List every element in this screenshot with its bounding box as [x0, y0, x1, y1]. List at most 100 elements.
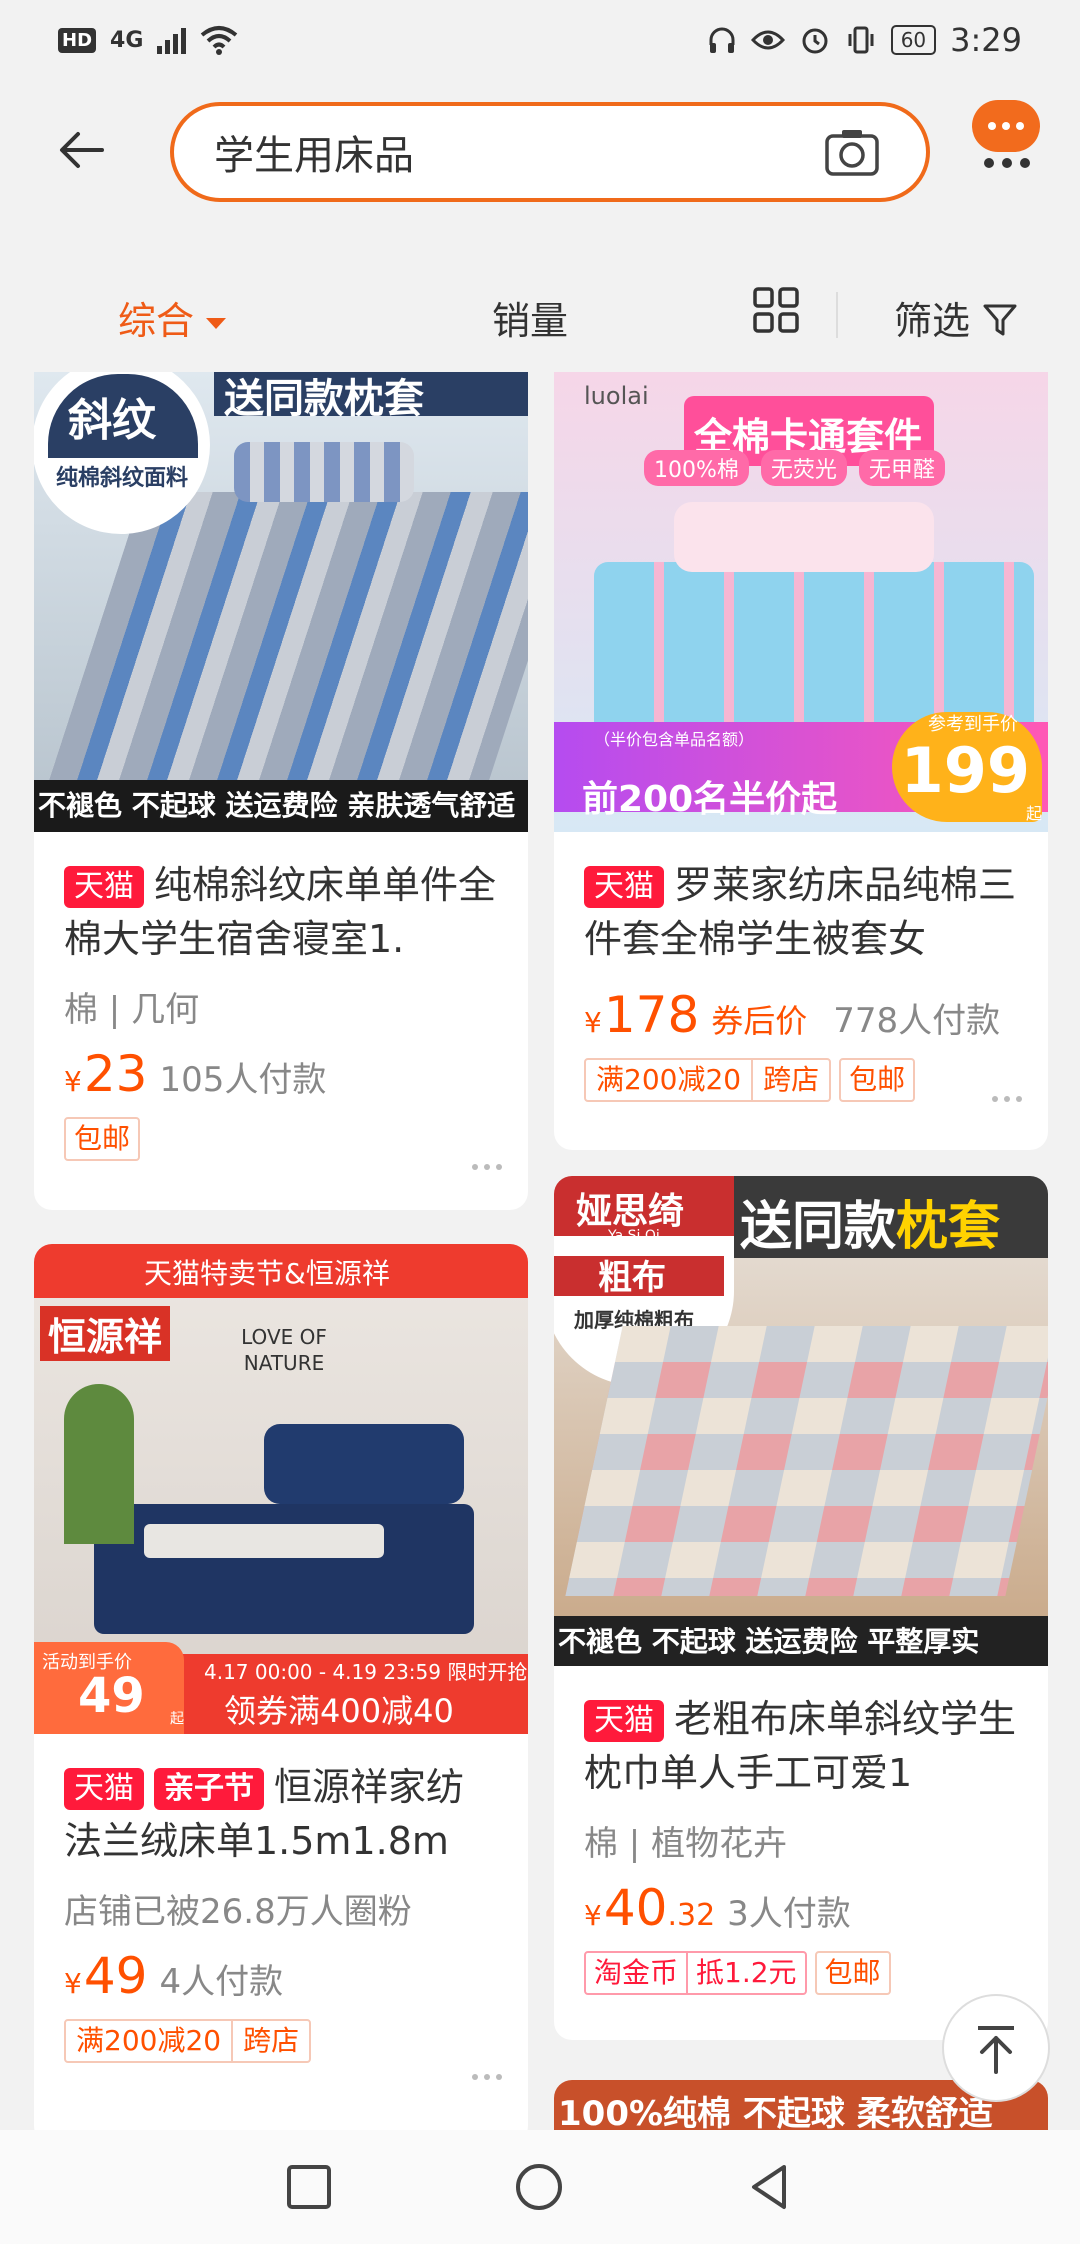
feature-pill: 100%棉 [644, 450, 749, 486]
product-title: 天猫 纯棉斜纹床单单件全棉大学生宿舍寝室1. [64, 863, 497, 961]
product-price: 178 [603, 986, 700, 1044]
filter-button[interactable]: 筛选 [894, 290, 1018, 345]
product-title: 天猫 亲子节 恒源祥家纺法兰绒床单1.5m1.8m [64, 1765, 465, 1863]
free-shipping-tag: 包邮 [814, 1951, 891, 1995]
image-promo-unit: 起 [170, 1711, 184, 1727]
product-image: 娅思绮 Ya Si Qi 送同款 枕套 粗布 加厚纯棉粗布 不褪色 不起球 送运… [554, 1176, 1048, 1666]
product-price: 40.32 [603, 1879, 716, 1937]
image-brand: luolai [584, 382, 649, 410]
home-icon[interactable] [514, 2162, 564, 2212]
hd-indicator: HD [58, 27, 97, 53]
sort-comprehensive-tab[interactable]: 综合 [118, 290, 227, 345]
price-row: ¥49 4人付款 [64, 1947, 284, 2005]
image-banner-a: 送同款 [740, 1197, 897, 1257]
image-banner: 送同款枕套 [224, 376, 424, 422]
tmall-badge: 天猫 [64, 866, 144, 908]
image-circle-subtitle: 纯棉斜纹面料 [56, 466, 189, 491]
image-coupon: 领券满400减40 [224, 1692, 454, 1730]
headphones-icon [709, 27, 735, 53]
buyer-count: 778人付款 [833, 1001, 1001, 1041]
back-icon[interactable] [744, 2162, 794, 2212]
taojinbi-tag: 淘金币 抵1.2元 [584, 1951, 807, 1995]
product-title: 天猫 罗莱家纺床品纯棉三件套全棉学生被套女 [584, 863, 1017, 961]
system-nav-bar [0, 2130, 1080, 2244]
product-image: 天猫特卖节&恒源祥 恒源祥 LOVE OF NATURE 活动到手价 49 起 … [34, 1244, 528, 1734]
dropdown-triangle-icon [206, 318, 227, 329]
back-to-top-button[interactable] [942, 1994, 1050, 2102]
image-circle-title: 粗布 [598, 1258, 666, 1298]
grid-view-icon[interactable] [752, 286, 800, 334]
image-overlay-text: 不褪色 不起球 送运费险 平整厚实 [554, 1616, 1048, 1666]
search-input[interactable]: 学生用床品 [170, 102, 930, 202]
product-card[interactable]: luolai 全棉卡通套件 100%棉 无荧光 无甲醛 （半价包含单品名额） 前… [554, 372, 1048, 1150]
product-card[interactable]: 送同款枕套 斜纹 纯棉斜纹面料 不褪色 不起球 送运费险 亲肤透气舒适 天猫 纯棉… [34, 372, 528, 1210]
image-wall-text: LOVE OF NATURE [241, 1325, 327, 1375]
feature-pill: 无甲醛 [858, 450, 945, 486]
promo-tags: 包邮 [34, 1103, 528, 1161]
free-shipping-tag: 包邮 [64, 1117, 141, 1161]
product-card[interactable]: 娅思绮 Ya Si Qi 送同款 枕套 粗布 加厚纯棉粗布 不褪色 不起球 送运… [554, 1176, 1048, 2040]
search-header: 学生用床品 [0, 80, 1080, 260]
filter-funnel-icon [983, 304, 1017, 336]
sort-bar: 综合 销量 筛选 [0, 262, 1080, 372]
feature-pill: 无荧光 [760, 450, 847, 486]
image-promo: 前200名半价起 [582, 779, 838, 820]
wifi-icon [201, 26, 238, 55]
sort-sales-tab[interactable]: 销量 [492, 290, 568, 345]
product-price: 23 [83, 1045, 148, 1103]
after-coupon-label: 券后价 [711, 1002, 808, 1040]
image-ref-unit: 起 [1025, 804, 1042, 823]
message-bubble-icon [972, 100, 1040, 152]
price-row: ¥178 券后价 778人付款 [584, 986, 1001, 1044]
product-attributes: 棉 | 几何 [64, 990, 200, 1030]
discount-tag: 满200减20 跨店 [584, 1058, 832, 1102]
product-card[interactable]: 天猫特卖节&恒源祥 恒源祥 LOVE OF NATURE 活动到手价 49 起 … [34, 1244, 528, 2144]
divider [836, 292, 838, 338]
product-image: luolai 全棉卡通套件 100%棉 无荧光 无甲醛 （半价包含单品名额） 前… [554, 372, 1048, 832]
promo-tags: 淘金币 抵1.2元 包邮 [554, 1937, 1048, 1995]
vibrate-icon [848, 26, 874, 54]
product-price: 49 [83, 1947, 148, 2005]
tmall-badge: 天猫 [584, 1700, 664, 1742]
more-options-icon[interactable] [472, 1164, 502, 1170]
image-top-banner: 天猫特卖节&恒源祥 [144, 1257, 390, 1290]
more-menu-button[interactable] [960, 100, 1040, 180]
camera-icon[interactable] [824, 126, 880, 178]
tmall-badge: 天猫 [584, 866, 664, 908]
free-shipping-tag: 包邮 [839, 1058, 916, 1102]
promo-tags: 满200减20 跨店 包邮 [554, 1044, 1048, 1102]
image-ref-price-label: 参考到手价 [928, 714, 1018, 735]
buyer-count: 105人付款 [159, 1060, 327, 1100]
image-brand: 娅思绮 [576, 1191, 685, 1232]
more-options-icon[interactable] [992, 1096, 1022, 1102]
recent-apps-icon[interactable] [284, 2162, 334, 2212]
image-circle-title: 斜纹 [68, 395, 156, 446]
store-followers: 店铺已被26.8万人圈粉 [64, 1892, 412, 1932]
image-banner-b: 枕套 [896, 1197, 1001, 1257]
alarm-icon [802, 28, 828, 54]
image-date-range: 4.17 00:00 - 4.19 23:59 限时开抢 [204, 1660, 528, 1684]
image-brand: 恒源祥 [40, 1306, 171, 1361]
eye-icon [750, 30, 785, 50]
price-row: ¥23 105人付款 [64, 1045, 327, 1103]
image-overlay-text: 不褪色 不起球 送运费险 亲肤透气舒适 [34, 780, 528, 832]
tmall-badge: 天猫 [64, 1768, 144, 1810]
price-row: ¥40.32 3人付款 [584, 1879, 851, 1937]
arrow-up-icon [978, 2026, 1014, 2074]
buyer-count: 4人付款 [159, 1962, 284, 2002]
more-options-icon[interactable] [472, 2074, 502, 2080]
discount-tag: 满200减20 跨店 [64, 2019, 312, 2063]
search-query: 学生用床品 [214, 133, 414, 179]
buyer-count: 3人付款 [727, 1894, 851, 1934]
image-promo-price: 49 [78, 1668, 145, 1724]
image-banner: 100%纯棉 不起球 柔软舒适 [558, 2094, 993, 2134]
back-arrow-icon[interactable] [52, 120, 112, 180]
product-title: 天猫 老粗布床单斜纹学生枕巾单人手工可爱1 [584, 1697, 1017, 1795]
more-dots-icon [984, 158, 1030, 168]
product-image: 送同款枕套 斜纹 纯棉斜纹面料 不褪色 不起球 送运费险 亲肤透气舒适 [34, 372, 528, 832]
signal-icon [157, 26, 187, 54]
product-attributes: 棉 | 植物花卉 [584, 1824, 788, 1864]
image-ref-price: 199 [900, 734, 1030, 807]
image-small-note: （半价包含单品名额） [594, 730, 755, 749]
network-type: 4G [110, 27, 144, 53]
